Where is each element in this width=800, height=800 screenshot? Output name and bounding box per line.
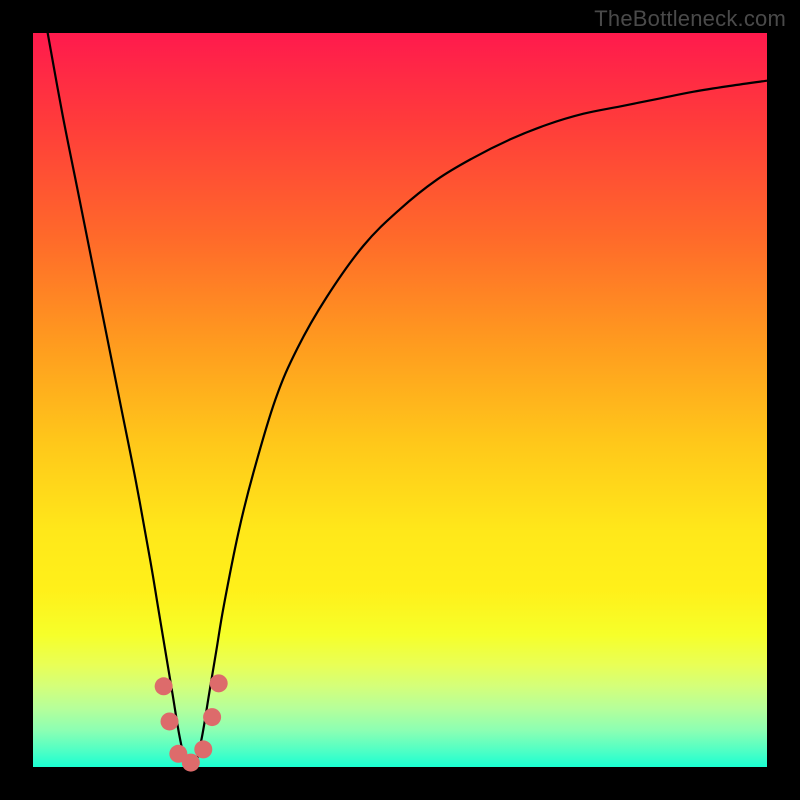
- trough-marker: [161, 712, 179, 730]
- trough-marker: [155, 677, 173, 695]
- curve-layer: [33, 33, 767, 767]
- chart-frame: TheBottleneck.com: [0, 0, 800, 800]
- trough-marker: [182, 754, 200, 772]
- trough-marker: [210, 674, 228, 692]
- trough-marker: [203, 708, 221, 726]
- bottleneck-curve: [48, 33, 767, 771]
- trough-markers: [155, 674, 228, 771]
- trough-marker: [194, 740, 212, 758]
- watermark-text: TheBottleneck.com: [594, 6, 786, 32]
- plot-area: [33, 33, 767, 767]
